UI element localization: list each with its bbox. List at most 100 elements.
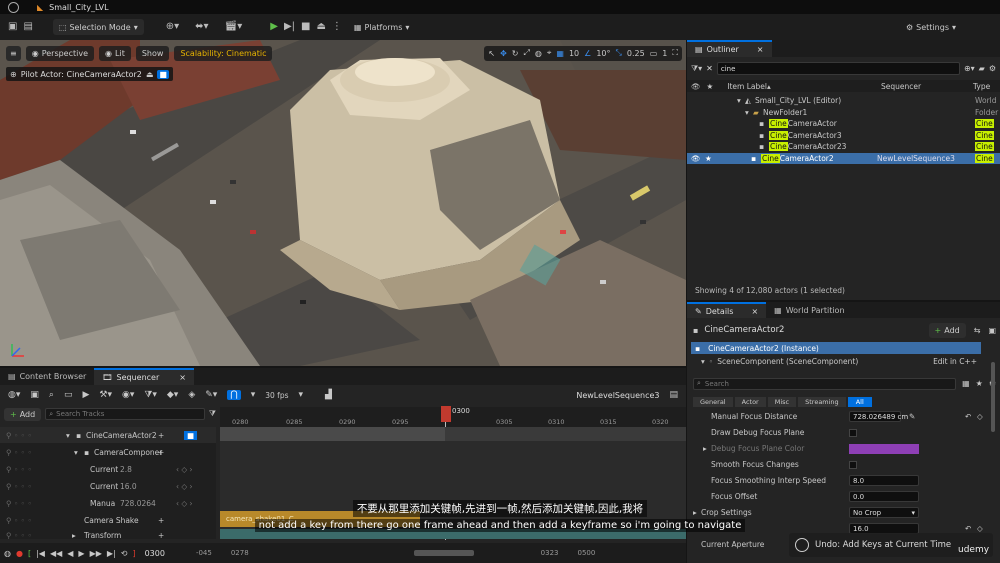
render-icon[interactable]: ▶ [82,390,89,400]
pin-col-icon[interactable]: ★ [707,82,714,91]
pin-icon[interactable]: ★ [705,154,712,163]
track-row-property[interactable]: ⚲ ◦ ◦ ◦ Current 2.8 ‹ ◇ › [0,461,216,477]
eject-icon[interactable]: ⏏ [316,22,325,32]
tree-row-camera[interactable]: ▪ CineCameraActor23 Cine [687,141,1000,153]
play-options-icon[interactable]: ⋮ [332,22,342,32]
rotation-snap-value[interactable]: 10° [596,49,610,58]
pilot-camera-icon[interactable]: ■ [157,69,169,79]
add-track-button[interactable]: + Add [4,407,42,421]
scale-snap-value[interactable]: 0.25 [627,49,645,58]
scale-snap-icon[interactable]: ⤡ [616,48,622,58]
add-subtrack-icon[interactable]: + [158,431,164,440]
filter-general[interactable]: General [693,396,733,407]
world-icon[interactable]: ◍ [535,49,542,58]
keyframe-icon[interactable]: ◇ [977,412,983,421]
snap-options-icon[interactable]: ▾ [251,390,256,400]
range-view-end[interactable]: 0323 [541,549,559,557]
stop-icon[interactable]: ■ [301,22,310,32]
world-icon[interactable]: ◍▾ [8,390,20,400]
play-reverse-icon[interactable]: ◀ [67,549,73,558]
viewport-options-button[interactable]: ≡ [6,45,21,61]
close-icon[interactable]: × [751,307,758,316]
loop-icon[interactable]: ◍ [4,549,11,558]
track-value[interactable]: 16.0 [120,482,137,491]
camera-icon[interactable]: ▭ [64,390,73,400]
curve-editor-icon[interactable]: ▟ [325,390,332,400]
blueprint-icon[interactable]: ⇆ [974,326,981,335]
auto-key-icon[interactable]: ◈ [188,390,195,400]
expand-icon[interactable]: ▸ [703,444,707,453]
camera-speed-value[interactable]: 1 [662,49,667,58]
prev-key-icon[interactable]: |◀ [36,549,45,558]
record-icon[interactable]: ● [16,549,23,558]
track-search-input[interactable]: ⌕ Search Tracks [45,408,205,420]
more-icon[interactable]: ▣ [988,326,996,335]
tab-outliner[interactable]: ▤ Outliner × [687,40,772,57]
add-subtrack-icon[interactable]: + [158,448,164,457]
close-icon[interactable]: × [757,45,764,54]
playhead[interactable] [441,406,451,422]
instance-row[interactable]: ▪ CineCameraActor2 (Instance) [691,342,981,354]
details-scrollbar[interactable] [991,362,995,432]
camera-cut-icon[interactable]: ■ [184,430,198,440]
pilot-menu-icon[interactable]: ⊕ [10,70,17,79]
table-view-icon[interactable]: ▦ [962,379,970,388]
add-component-button[interactable]: + Add [928,322,966,338]
filter-streaming[interactable]: Streaming [798,396,846,407]
tree-row-folder[interactable]: ▾ ▰ NewFolder1 Folder [687,107,1000,119]
draw-debug-checkbox[interactable] [849,428,857,437]
snap-icon[interactable]: ⋂ [227,390,241,400]
move-tool-icon[interactable]: ✥ [500,49,507,58]
range-end[interactable]: 0500 [577,549,595,557]
tab-sequencer[interactable]: 🎞︎ Sequencer × [94,368,194,385]
track-lock-icons[interactable]: ⚲ ◦ ◦ ◦ [6,431,32,440]
add-actor-icon[interactable]: ⊕▾ [166,22,179,32]
filter-actor[interactable]: Actor [734,396,766,407]
visibility-eye-icon[interactable]: 👁︎ [691,154,701,163]
content-icon[interactable]: ▤ [23,22,32,32]
filter-icon[interactable]: ⧩▾ [144,390,157,400]
unreal-logo-icon[interactable] [8,1,19,13]
save-icon[interactable]: ▣ [8,22,17,32]
scalability-button[interactable]: Scalability: Cinematic [174,45,273,61]
next-frame-icon[interactable]: ▶▶ [90,549,102,558]
reset-icon[interactable]: ↶ [965,412,971,421]
col-item-label[interactable]: Item Label [727,82,767,91]
key-icon[interactable]: ◆▾ [167,390,178,400]
settings-icon[interactable]: ⚙ [989,64,996,73]
sequence-lock-icon[interactable]: ▤ [669,390,678,400]
range-scrollbar[interactable] [413,550,474,556]
scale-tool-icon[interactable]: ⤢ [524,48,530,58]
color-swatch[interactable] [849,443,919,454]
tree-row-world[interactable]: ▾ ◭ Small_City_LVL (Editor) World [687,95,1000,107]
range-view-start[interactable]: 0278 [231,549,249,557]
blueprint-icon[interactable]: ⬌▾ [195,22,208,32]
viewport[interactable]: ≡ ◉ Perspective ◉ Lit Show Scalability: … [0,40,686,366]
maximize-icon[interactable]: ⛶ [672,48,678,58]
manual-focus-distance-input[interactable]: 728.026489 cm [849,411,908,423]
tab-world-partition[interactable]: ▦ World Partition [766,302,852,318]
jump-end-icon[interactable]: ] [132,549,135,558]
level-tab[interactable]: Small_City_LVL [49,3,108,12]
grid-snap-icon[interactable]: ▦ [556,49,564,58]
tree-row-selected[interactable]: 👁︎ ★ ▪ CineCameraActor2 NewLevelSequence… [687,152,1000,164]
loop-mode-icon[interactable]: ⟲ [121,549,128,558]
save-icon[interactable]: ▣ [30,390,39,400]
fps-label[interactable]: 30 fps [265,391,288,400]
close-icon[interactable]: × [179,373,186,382]
col-sequencer[interactable]: Sequencer [881,82,921,91]
tools-icon[interactable]: ⚒▾ [99,390,112,400]
edit-icon[interactable]: ✎▾ [205,390,217,400]
surface-snap-icon[interactable]: ⌖ [547,48,552,58]
select-tool-icon[interactable]: ↖ [488,49,495,58]
filter-icon[interactable]: ⧩▾ [691,64,702,74]
folder-icon[interactable]: ▰ [979,64,985,73]
component-row[interactable]: ▾ ◦ SceneComponent (SceneComponent) Edit… [691,355,981,367]
eject-pilot-icon[interactable]: ⏏ [146,70,154,79]
jump-start-icon[interactable]: [ [28,549,31,558]
filter-misc[interactable]: Misc [767,396,797,407]
visibility-col-icon[interactable]: 👁︎ [691,82,701,91]
tree-row-camera[interactable]: ▪ CineCameraActor Cine [687,118,1000,130]
chevron-down-icon[interactable]: ▾ [299,390,304,400]
step-icon[interactable]: ▶| [284,22,295,32]
